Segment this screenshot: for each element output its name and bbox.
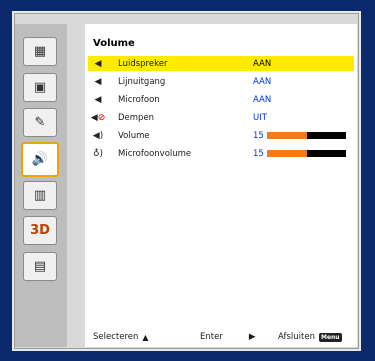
volume-slider[interactable] [267,132,346,139]
microphone-volume-slider[interactable] [267,150,346,157]
volume-icon: ◀) [92,130,104,141]
page-title: Volume [93,38,135,49]
volume-slider-fill [267,132,307,139]
right-arrow-icon: ▶ [248,332,256,342]
speaker-icon: ◀ [94,94,102,105]
display-icon[interactable]: ▣ [23,73,57,102]
select-hint: Selecteren ▲ [93,332,149,342]
enter-hint: Enter ▶ [200,332,256,342]
menu-item-luidspreker[interactable]: ◀ Luidspreker AAN [88,56,354,71]
menu-panel [85,24,357,347]
setup-icon[interactable]: ✎ [23,108,57,137]
microphone-volume-slider-fill [267,150,307,157]
menu-item-volume[interactable]: ◀) Volume 15 [88,128,354,143]
lan-icon[interactable]: ▤ [23,252,57,281]
speaker-icon: ◀ [94,76,102,87]
menu-item-lijnuitgang[interactable]: ◀ Lijnuitgang AAN [88,74,354,89]
exit-hint: Afsluiten Menu [278,332,342,342]
microphone-icon: ♁) [92,148,104,159]
menu-key-icon: Menu [319,332,342,342]
menu-item-dempen[interactable]: ◀⊘ Dempen UIT [88,110,354,125]
options-icon[interactable]: ▥ [23,181,57,210]
speaker-icon: ◀ [94,58,102,69]
3d-icon[interactable]: 3D [23,216,57,245]
menu-item-microfoonvolume[interactable]: ♁) Microfoonvolume 15 [88,146,354,161]
sidebar: ▦ ▣ ✎ 🔊 ▥ 3D ▤ [15,24,67,347]
volume-icon[interactable]: 🔊 [21,142,59,177]
menu-item-microfoon[interactable]: ◀ Microfoon AAN [88,92,354,107]
image-settings-icon[interactable]: ▦ [23,37,57,66]
mute-icon: ◀⊘ [90,112,106,123]
up-down-arrow-icon: ▲ [142,332,149,342]
